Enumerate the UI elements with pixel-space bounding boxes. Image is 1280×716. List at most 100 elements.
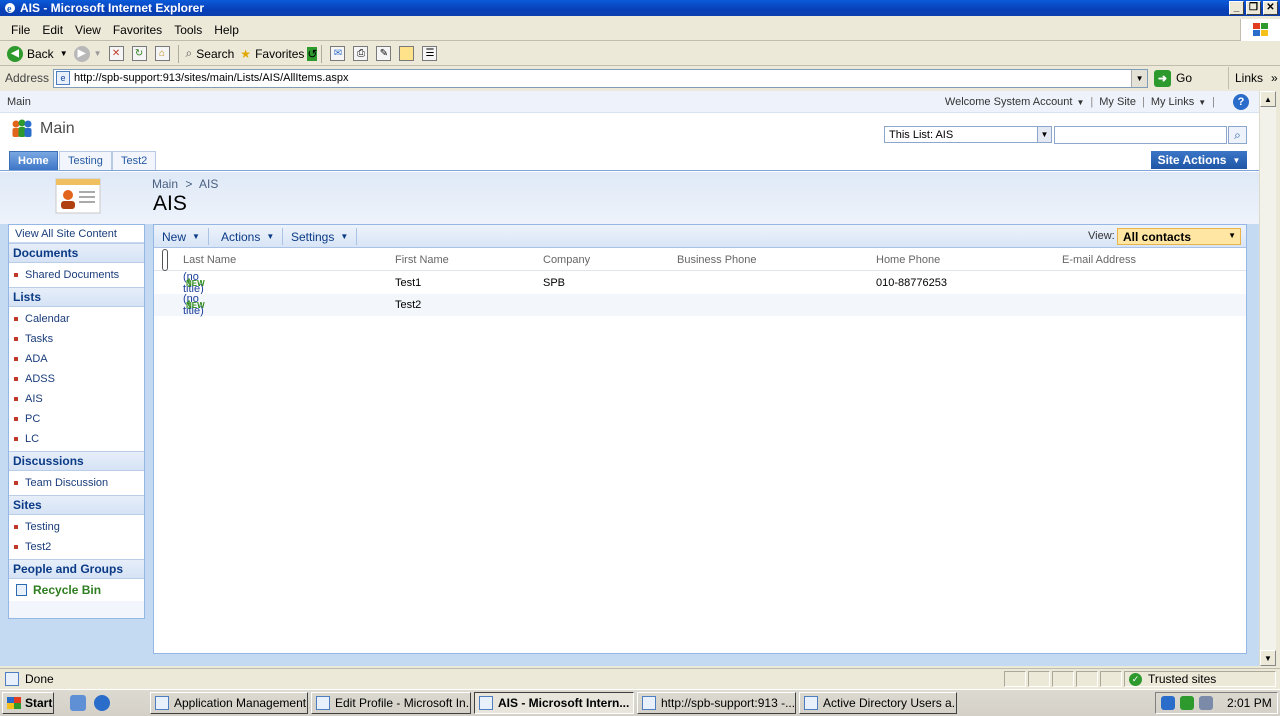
tab-home[interactable]: Home [9,151,58,170]
menu-edit[interactable]: Edit [36,23,69,37]
links-toolbar[interactable]: Links » [1228,67,1280,89]
table-row[interactable]: (no title) ! NEW Test2 [154,293,1246,317]
menu-file[interactable]: File [5,23,36,37]
links-more-icon[interactable]: » [1271,71,1278,85]
print-icon[interactable]: ⎙ [353,46,369,61]
table-row[interactable]: (no title) ! NEW Test1 SPB 010-88776253 [154,271,1246,295]
taskbar: Start Application Management ... Edit Pr… [0,689,1280,716]
mail-icon[interactable]: ✉ [330,46,346,61]
quicklaunch-item-team-discussion[interactable]: Team Discussion [9,473,144,493]
go-button[interactable]: ➜ Go [1154,69,1192,87]
edit-icon[interactable]: ✎ [376,46,392,61]
forward-button[interactable]: ▶ ▼ [71,43,105,65]
window-title-bar[interactable]: e AIS - Microsoft Internet Explorer _ ❐ … [0,0,1280,16]
address-url[interactable]: http://spb-support:913/sites/main/Lists/… [74,72,349,84]
new-label: New [162,229,187,244]
ie-quicklaunch-icon[interactable] [94,695,110,711]
actions-menu[interactable]: Actions ▼ [213,228,284,245]
favorites-button[interactable]: ★ Favorites [237,43,307,65]
view-selector[interactable]: All contacts ▼ [1117,228,1241,245]
tab-testing[interactable]: Testing [59,151,112,170]
taskbar-item-edit-profile[interactable]: Edit Profile - Microsoft In... [311,692,471,714]
breadcrumb-root[interactable]: Main [152,177,178,191]
taskbar-item-spb-support[interactable]: http://spb-support:913 -... [637,692,796,714]
tray-icon[interactable] [1161,696,1175,710]
start-button[interactable]: Start [2,692,54,714]
quicklaunch-item-tasks[interactable]: Tasks [9,329,144,349]
quicklaunch-item-label: ADSS [25,373,55,385]
quicklaunch-heading-people-and-groups[interactable]: People and Groups [9,559,144,579]
quicklaunch-heading-sites[interactable]: Sites [9,495,144,515]
messenger-icon[interactable] [399,46,415,61]
menu-tools[interactable]: Tools [168,23,208,37]
clock[interactable]: 2:01 PM [1227,696,1272,710]
back-button[interactable]: ◀ Back ▼ [4,43,71,65]
site-title[interactable]: Main [40,120,75,138]
help-icon[interactable]: ? [1233,94,1249,110]
search-go-icon[interactable]: ⌕ [1228,126,1247,144]
settings-menu[interactable]: Settings ▼ [283,228,358,245]
chevron-down-icon[interactable]: ▼ [1037,127,1051,142]
quicklaunch-item-ada[interactable]: ADA [9,349,144,369]
network-icon[interactable] [1199,696,1213,710]
favorites-label: Favorites [255,46,305,61]
maximize-button[interactable]: ❐ [1246,1,1261,15]
quicklaunch-item-shared-documents[interactable]: Shared Documents [9,265,144,285]
tab-test2[interactable]: Test2 [112,151,157,170]
history-icon[interactable]: ↺ [307,46,318,61]
taskbar-item-active-directory[interactable]: Active Directory Users a... [799,692,957,714]
close-button[interactable]: ✕ [1263,1,1278,15]
quicklaunch-item-adss[interactable]: ADSS [9,369,144,389]
quicklaunch-heading-documents[interactable]: Documents [9,243,144,263]
quicklaunch-item-ais[interactable]: AIS [9,389,144,409]
welcome-dropdown-icon[interactable]: ▼ [1076,98,1084,107]
refresh-icon[interactable]: ↻ [131,46,147,61]
forward-dropdown-icon[interactable]: ▼ [94,49,102,58]
my-links-menu[interactable]: My Links [1151,96,1194,108]
quicklaunch-item-test2[interactable]: Test2 [9,537,144,557]
minimize-button[interactable]: _ [1229,1,1244,15]
search-button[interactable]: ⌕ Search [183,43,238,65]
research-icon[interactable]: ☰ [422,46,438,61]
search-scope-select[interactable]: This List: AIS ▼ [884,126,1052,143]
view-all-site-content-link[interactable]: View All Site Content [9,225,144,243]
quicklaunch-item-calendar[interactable]: Calendar [9,309,144,329]
new-menu[interactable]: New ▼ [154,228,209,245]
my-site-link[interactable]: My Site [1099,96,1136,108]
tray-icon[interactable] [1180,696,1194,710]
top-site-crumb[interactable]: Main [7,96,31,108]
address-input[interactable]: e http://spb-support:913/sites/main/List… [53,68,1149,88]
security-zone[interactable]: ✓ Trusted sites [1124,671,1276,687]
column-header-first-name[interactable]: First Name [395,249,449,271]
column-header-company[interactable]: Company [543,249,590,271]
quicklaunch-item-lc[interactable]: LC [9,429,144,449]
taskbar-item-application-management[interactable]: Application Management ... [150,692,308,714]
recycle-bin-link[interactable]: Recycle Bin [9,579,144,601]
column-header-home-phone[interactable]: Home Phone [876,249,940,271]
quicklaunch-heading-lists[interactable]: Lists [9,287,144,307]
column-header-last-name[interactable]: Last Name [183,249,236,271]
scroll-down-icon[interactable]: ▼ [1260,650,1276,666]
site-search-input[interactable] [1054,126,1227,144]
breadcrumb-current[interactable]: AIS [199,177,218,191]
vertical-scrollbar[interactable]: ▲ ▼ [1259,91,1276,666]
welcome-menu[interactable]: Welcome System Account [945,96,1073,108]
column-header-email[interactable]: E-mail Address [1062,249,1136,271]
quicklaunch-item-pc[interactable]: PC [9,409,144,429]
stop-icon[interactable]: ✕ [108,46,124,61]
back-dropdown-icon[interactable]: ▼ [60,49,68,58]
quicklaunch-item-testing[interactable]: Testing [9,517,144,537]
my-links-dropdown-icon[interactable]: ▼ [1198,98,1206,107]
home-icon[interactable]: ⌂ [154,46,170,61]
show-desktop-icon[interactable] [70,695,86,711]
menu-favorites[interactable]: Favorites [107,23,168,37]
address-dropdown-icon[interactable]: ▼ [1131,69,1148,87]
column-header-business-phone[interactable]: Business Phone [677,249,757,271]
menu-help[interactable]: Help [208,23,245,37]
quicklaunch-heading-discussions[interactable]: Discussions [9,451,144,471]
menu-view[interactable]: View [69,23,107,37]
status-pane [1100,671,1122,687]
site-actions-menu[interactable]: Site Actions ▼ [1151,151,1247,169]
taskbar-item-ais[interactable]: AIS - Microsoft Intern... [474,692,634,714]
scroll-up-icon[interactable]: ▲ [1260,91,1276,107]
